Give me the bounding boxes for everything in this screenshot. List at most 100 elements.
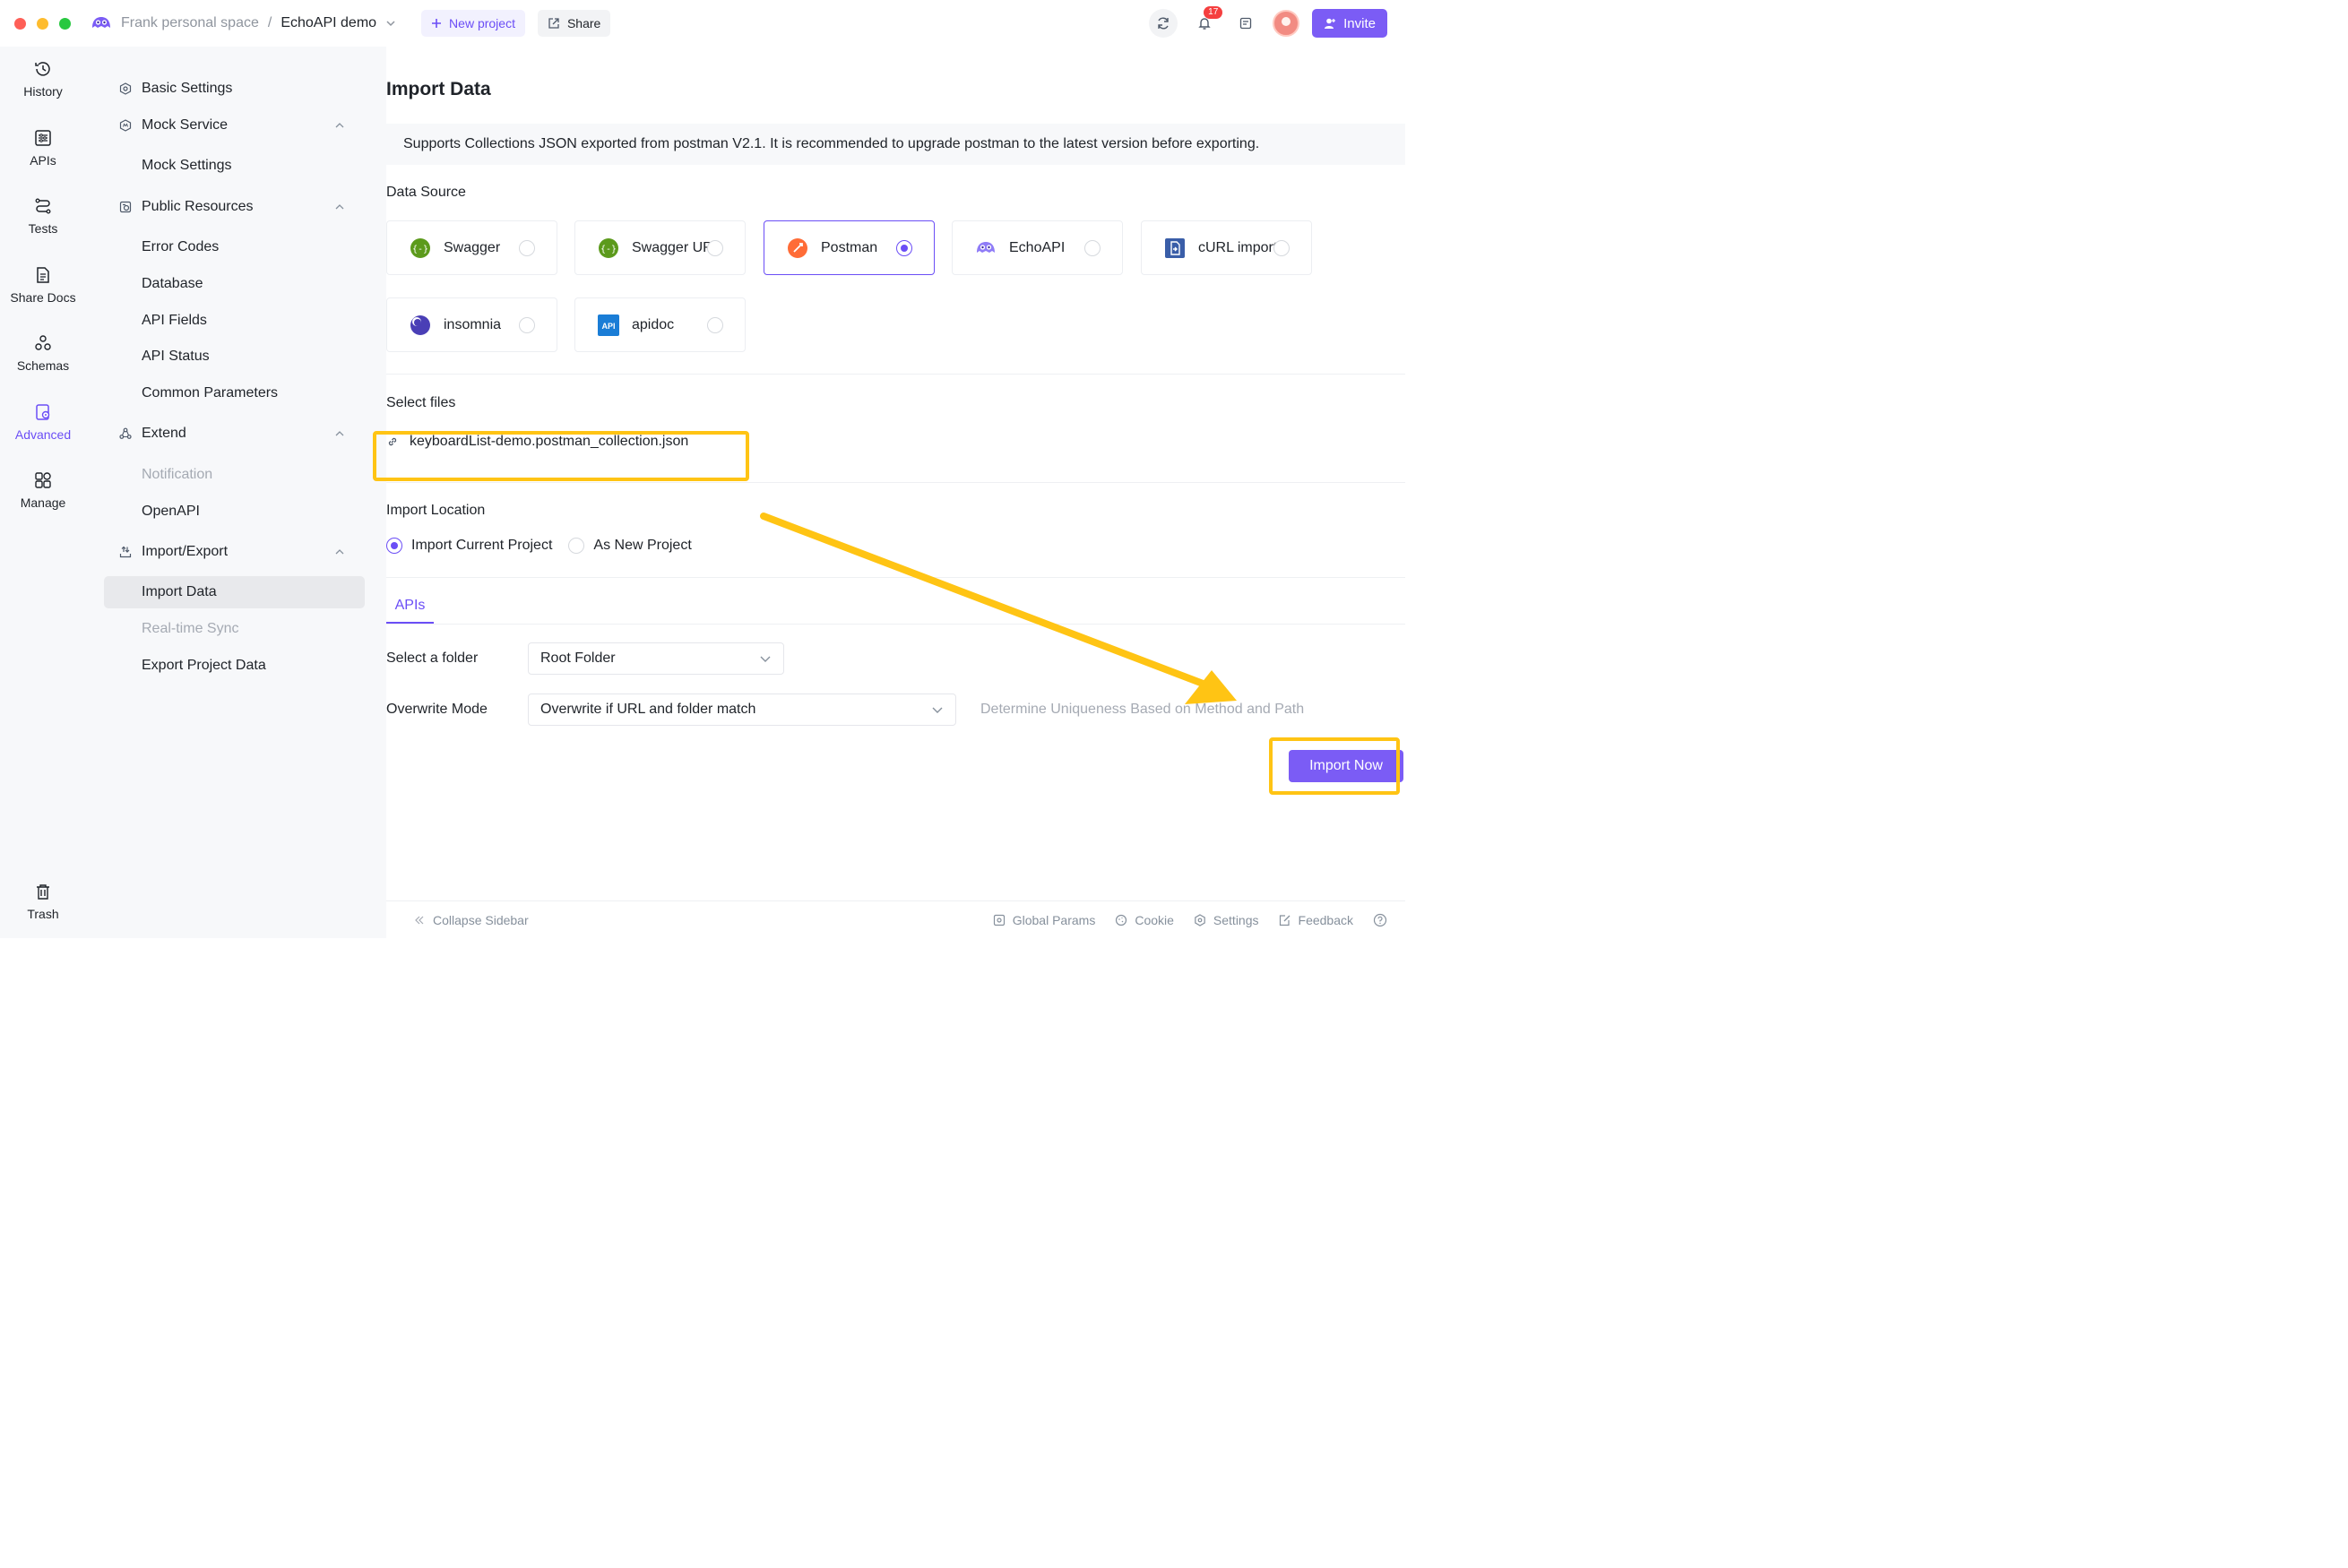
chevron-up-icon[interactable] <box>334 202 345 212</box>
feedback-button[interactable]: Feedback <box>1279 913 1353 927</box>
source-radio[interactable] <box>707 240 723 256</box>
add-user-icon <box>1325 18 1336 29</box>
source-curl-import[interactable]: cURL import <box>1141 220 1312 275</box>
sidebar-item-export-project-data[interactable]: Export Project Data <box>104 650 365 682</box>
source-insomnia[interactable]: insomnia <box>386 297 557 352</box>
location-option-current[interactable]: Import Current Project <box>386 538 552 554</box>
import-export-icon <box>118 545 133 559</box>
sidebar-item-error-codes[interactable]: Error Codes <box>104 231 365 263</box>
import-button-highlight-box <box>1269 737 1400 795</box>
sidebar-label: Real-time Sync <box>142 621 239 636</box>
sidebar-item-import-export[interactable]: Import/Export <box>104 536 365 568</box>
rail-item-trash[interactable]: Trash <box>0 882 86 921</box>
sidebar-item-basic-settings[interactable]: Basic Settings <box>104 73 365 105</box>
source-postman[interactable]: Postman <box>764 220 935 275</box>
rail-label-history: History <box>23 84 63 99</box>
cookie-label: Cookie <box>1135 912 1174 927</box>
sidebar-item-api-status[interactable]: API Status <box>104 340 365 373</box>
chevron-down-icon[interactable] <box>385 18 396 29</box>
source-radio[interactable] <box>519 317 535 333</box>
sidebar-item-realtime-sync: Real-time Sync <box>104 613 365 645</box>
apis-icon <box>35 130 51 146</box>
new-project-button[interactable]: New project <box>421 10 525 37</box>
help-icon <box>1373 913 1387 926</box>
sidebar-item-openapi[interactable]: OpenAPI <box>104 495 365 528</box>
insomnia-icon <box>410 314 431 336</box>
invite-button[interactable]: Invite <box>1312 9 1387 38</box>
sidebar-item-extend[interactable]: Extend <box>104 418 365 450</box>
breadcrumb-workspace[interactable]: Frank personal space <box>121 15 259 31</box>
double-chevron-left-icon <box>415 916 424 924</box>
sidebar-item-api-fields[interactable]: API Fields <box>104 305 365 337</box>
sidebar-label: Export Project Data <box>142 658 266 673</box>
source-radio[interactable] <box>707 317 723 333</box>
share-icon <box>548 18 559 29</box>
source-swagger[interactable]: {-} Swagger <box>386 220 557 275</box>
source-swagger-url[interactable]: {-} Swagger URL <box>574 220 746 275</box>
feedback-icon <box>1279 914 1290 926</box>
chevron-up-icon[interactable] <box>334 547 345 557</box>
close-window-button[interactable] <box>14 17 26 30</box>
rail-item-tests[interactable]: Tests <box>0 196 86 236</box>
sidebar-item-public-resources[interactable]: Public Resources <box>104 191 365 223</box>
sidebar-label: Error Codes <box>142 239 220 254</box>
breadcrumb-project[interactable]: EchoAPI demo <box>281 15 376 31</box>
rail-item-history[interactable]: History <box>0 59 86 99</box>
source-radio[interactable] <box>519 240 535 256</box>
chevron-down-icon <box>932 707 943 713</box>
source-name: Swagger <box>444 239 501 255</box>
collapse-sidebar-button[interactable]: Collapse Sidebar <box>413 913 529 927</box>
global-params-icon <box>993 914 1005 926</box>
sidebar-label: Database <box>142 276 203 291</box>
maximize-window-button[interactable] <box>59 17 71 30</box>
docs-button[interactable] <box>1231 9 1260 38</box>
minimize-window-button[interactable] <box>37 17 48 30</box>
source-radio-selected[interactable] <box>896 240 912 256</box>
rail-label-manage: Manage <box>20 495 66 510</box>
source-radio[interactable] <box>1273 240 1290 256</box>
sidebar-item-mock-service[interactable]: Mock Service <box>104 109 365 142</box>
rail-item-advanced[interactable]: Advanced <box>0 402 86 442</box>
source-radio[interactable] <box>1084 240 1101 256</box>
document-icon <box>1239 17 1252 30</box>
help-button[interactable] <box>1373 913 1387 927</box>
share-button[interactable]: Share <box>537 10 611 37</box>
global-params-button[interactable]: Global Params <box>993 913 1095 927</box>
rail-item-schemas[interactable]: Schemas <box>0 333 86 373</box>
divider <box>386 577 1405 578</box>
sidebar-label: Import/Export <box>142 544 229 559</box>
history-icon <box>35 62 50 76</box>
breadcrumb-separator: / <box>267 15 272 30</box>
overwrite-mode-label: Overwrite Mode <box>386 702 488 717</box>
sidebar-item-import-data[interactable]: Import Data <box>104 576 365 608</box>
divider <box>386 624 1405 625</box>
sidebar-item-database[interactable]: Database <box>104 268 365 300</box>
notifications-button[interactable]: 17 <box>1190 6 1223 38</box>
source-echoapi[interactable]: EchoAPI <box>952 220 1123 275</box>
chevron-up-icon[interactable] <box>334 120 345 131</box>
rail-item-share-docs[interactable]: Share Docs <box>0 265 86 305</box>
location-option-new[interactable]: As New Project <box>568 538 692 554</box>
avatar[interactable] <box>1273 10 1300 37</box>
overwrite-mode-select[interactable]: Overwrite if URL and folder match <box>528 694 956 726</box>
sidebar-item-common-parameters[interactable]: Common Parameters <box>104 377 365 409</box>
file-highlight-box <box>373 431 749 481</box>
location-radio-selected[interactable] <box>386 538 402 554</box>
cookie-button[interactable]: Cookie <box>1115 913 1174 927</box>
rail-item-manage[interactable]: Manage <box>0 470 86 510</box>
echoapi-logo-icon <box>92 17 110 28</box>
source-apidoc[interactable]: API apidoc <box>574 297 746 352</box>
location-radio[interactable] <box>568 538 585 554</box>
import-location-label: Import Location <box>386 503 486 518</box>
settings-button[interactable]: Settings <box>1194 913 1259 927</box>
settings-sidebar: Basic Settings Mock Service Mock Setting… <box>86 47 386 938</box>
rail-label-apis: APIs <box>30 153 56 168</box>
rail-item-apis[interactable]: APIs <box>0 128 86 168</box>
chevron-up-icon[interactable] <box>334 428 345 439</box>
mock-icon <box>118 118 133 133</box>
tab-apis[interactable]: APIs <box>386 590 434 624</box>
svg-text:{-}: {-} <box>600 245 617 254</box>
sidebar-item-mock-settings[interactable]: Mock Settings <box>104 150 365 182</box>
sync-button[interactable] <box>1149 9 1178 38</box>
folder-select[interactable]: Root Folder <box>528 642 784 675</box>
